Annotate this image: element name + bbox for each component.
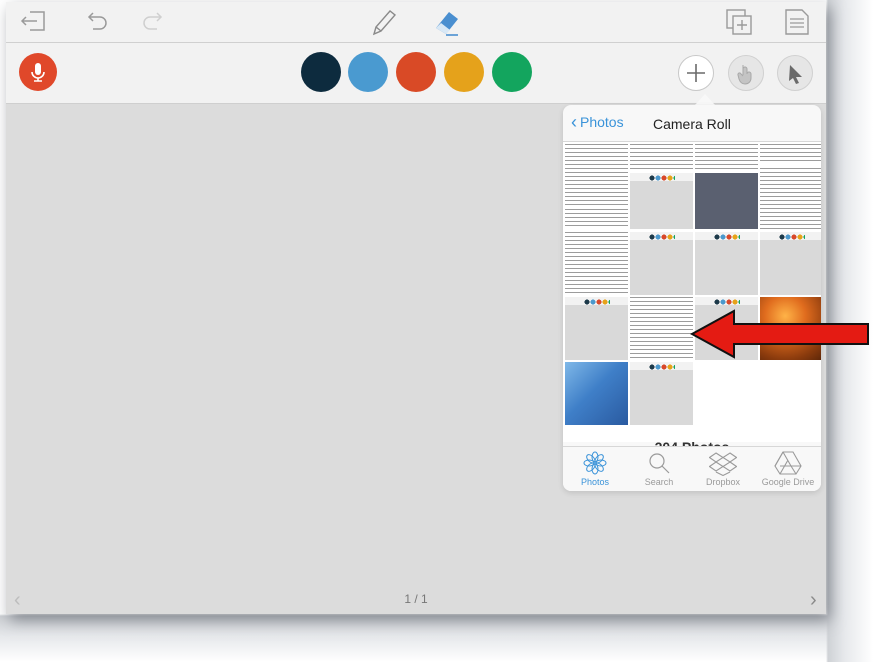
- tab-dropbox-label: Dropbox: [705, 477, 741, 487]
- pencil-icon[interactable]: [368, 6, 398, 38]
- flower-icon: [583, 451, 607, 475]
- hand-tool-button[interactable]: [728, 55, 764, 91]
- undo-icon[interactable]: [84, 9, 110, 33]
- photo-thumbnail[interactable]: [565, 144, 628, 207]
- color-dots: [648, 234, 675, 240]
- eraser-icon[interactable]: [431, 6, 463, 38]
- tab-photos[interactable]: Photos: [563, 450, 627, 491]
- dropbox-icon: [709, 452, 737, 476]
- photo-thumbnail[interactable]: [695, 144, 758, 171]
- photo-thumbnail[interactable]: [760, 232, 821, 295]
- tab-search-label: Search: [644, 477, 674, 487]
- photo-thumbnail[interactable]: [565, 297, 628, 360]
- tab-dropbox[interactable]: Dropbox: [691, 450, 755, 491]
- tab-google-drive[interactable]: Google Drive: [755, 450, 821, 491]
- photo-thumbnail[interactable]: [630, 362, 693, 425]
- annotation-arrow-icon: [690, 309, 869, 359]
- color-dots: [648, 175, 675, 181]
- exit-icon[interactable]: [20, 9, 48, 33]
- color-swatch-blue[interactable]: [348, 52, 388, 92]
- photo-thumbnail[interactable]: [630, 173, 693, 229]
- next-page-button[interactable]: ›: [810, 589, 817, 612]
- color-dots: [713, 299, 740, 305]
- photo-thumbnail[interactable]: [630, 144, 693, 171]
- hand-pointer-icon: [737, 65, 752, 85]
- photo-thumbnail[interactable]: [630, 232, 693, 295]
- google-drive-icon: [774, 451, 802, 475]
- add-page-icon[interactable]: [724, 8, 754, 36]
- document-icon[interactable]: [782, 8, 812, 36]
- top-toolbar: [6, 2, 826, 43]
- photo-thumbnail[interactable]: [760, 144, 821, 164]
- pointer-tool-button[interactable]: [777, 55, 813, 91]
- photo-grid: [563, 142, 821, 442]
- photo-picker-popover: ‹ Photos Camera Roll Photos Search Dropb…: [563, 105, 821, 491]
- app-screen: ‹ Photos Camera Roll Photos Search Dropb…: [6, 2, 826, 614]
- photo-thumbnail[interactable]: [630, 297, 693, 360]
- search-icon: [649, 453, 670, 474]
- page-navigation: ‹ 1 / 1 ›: [6, 586, 826, 614]
- color-swatch-red[interactable]: [396, 52, 436, 92]
- color-dots: [583, 299, 610, 305]
- redo-icon[interactable]: [140, 9, 166, 33]
- tab-search[interactable]: Search: [627, 450, 691, 491]
- page-indicator: 1 / 1: [404, 592, 428, 606]
- tab-photos-label: Photos: [580, 477, 610, 487]
- microphone-icon: [31, 63, 45, 82]
- photo-thumbnail[interactable]: [760, 168, 821, 229]
- color-swatch-navy[interactable]: [301, 52, 341, 92]
- color-swatch-green[interactable]: [492, 52, 532, 92]
- photo-thumbnail[interactable]: [565, 362, 628, 425]
- add-content-button[interactable]: [678, 55, 714, 91]
- popover-nav-bar: ‹ Photos Camera Roll: [563, 105, 821, 142]
- arrow-pointer-icon: [789, 65, 802, 84]
- popover-caret: [695, 94, 715, 105]
- color-swatch-orange[interactable]: [444, 52, 484, 92]
- color-dots: [648, 364, 675, 370]
- photo-thumbnail[interactable]: [565, 209, 628, 229]
- color-dots: [778, 234, 805, 240]
- back-to-photos-link[interactable]: ‹ Photos: [571, 112, 624, 132]
- back-label: Photos: [580, 114, 624, 130]
- photo-count: 204 Photos: [563, 438, 821, 446]
- photo-thumbnail[interactable]: [695, 232, 758, 295]
- photo-thumbnail[interactable]: [565, 232, 628, 295]
- color-dots: [713, 234, 740, 240]
- photo-thumbnail[interactable]: [695, 173, 758, 229]
- tab-google-drive-label: Google Drive: [761, 477, 815, 487]
- record-button[interactable]: [19, 53, 57, 91]
- chevron-left-icon: ‹: [571, 112, 577, 132]
- source-tab-bar: Photos Search Dropbox Google Drive: [563, 446, 821, 491]
- add-icon: [687, 64, 705, 82]
- popover-title: Camera Roll: [653, 116, 731, 132]
